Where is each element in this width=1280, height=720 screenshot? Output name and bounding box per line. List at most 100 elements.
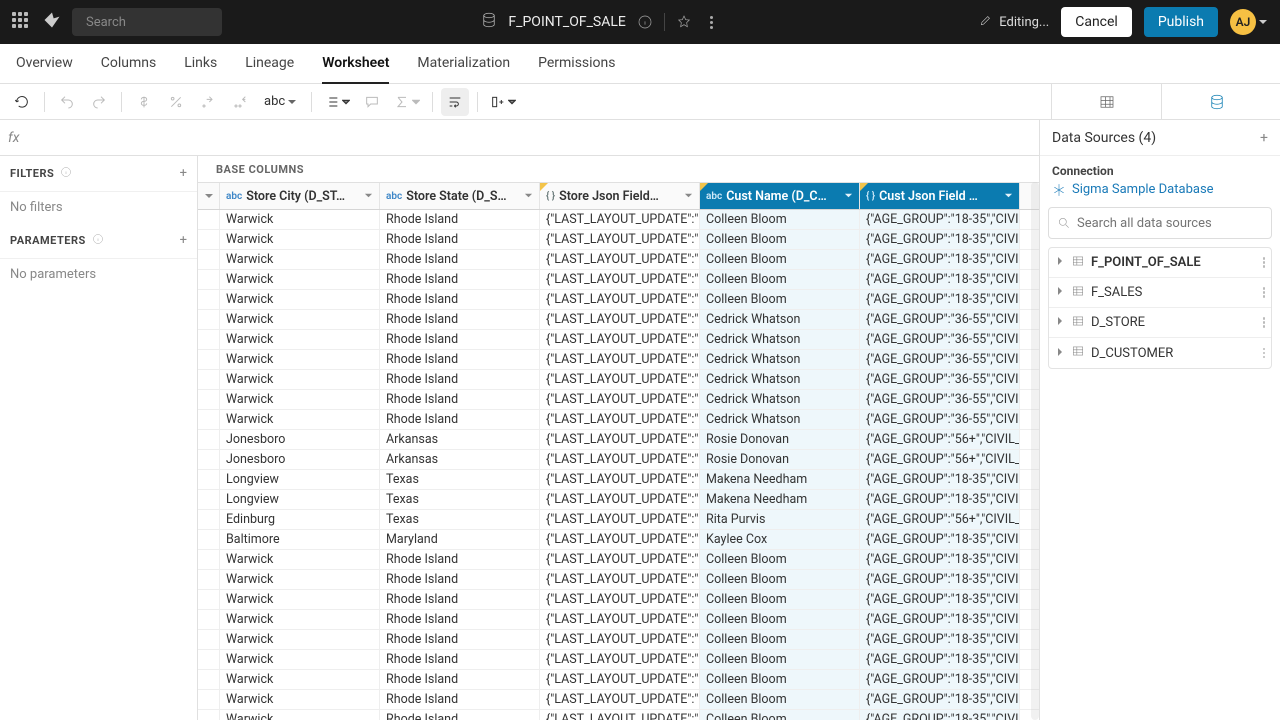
- cell[interactable]: Rhode Island: [380, 650, 540, 669]
- connection-name[interactable]: Sigma Sample Database: [1040, 180, 1280, 207]
- cell[interactable]: {"AGE_GROUP":"18-35","CIVIL_: [860, 670, 1020, 689]
- cell[interactable]: Makena Needham: [700, 490, 860, 509]
- cell[interactable]: Cedrick Whatson: [700, 310, 860, 329]
- cell[interactable]: {"AGE_GROUP":"18-35","CIVIL_: [860, 470, 1020, 489]
- sigma-function-icon[interactable]: [390, 88, 424, 116]
- scrollbar[interactable]: [1031, 182, 1039, 720]
- table-row[interactable]: LongviewTexas{"LAST_LAYOUT_UPDATE":"20Ma…: [198, 470, 1039, 490]
- cell[interactable]: {"LAST_LAYOUT_UPDATE":"20: [540, 570, 700, 589]
- data-source-search-input[interactable]: [1077, 216, 1263, 231]
- cell[interactable]: Texas: [380, 470, 540, 489]
- cancel-button[interactable]: Cancel: [1061, 7, 1132, 37]
- cell[interactable]: Cedrick Whatson: [700, 410, 860, 429]
- chevron-right-icon[interactable]: [1055, 255, 1065, 270]
- add-data-source-icon[interactable]: +: [1260, 130, 1268, 146]
- decimal-increase-icon[interactable]: [226, 88, 254, 116]
- data-source-search[interactable]: [1048, 207, 1272, 239]
- table-row[interactable]: WarwickRhode Island{"LAST_LAYOUT_UPDATE"…: [198, 310, 1039, 330]
- column-header[interactable]: abcCust Name (D_C…: [700, 183, 860, 209]
- table-row[interactable]: JonesboroArkansas{"LAST_LAYOUT_UPDATE":"…: [198, 450, 1039, 470]
- data-source-item[interactable]: F_POINT_OF_SALE: [1049, 248, 1271, 278]
- cell[interactable]: Rhode Island: [380, 250, 540, 269]
- cell[interactable]: Texas: [380, 510, 540, 529]
- more-menu-icon[interactable]: [703, 13, 721, 31]
- cell[interactable]: Warwick: [220, 590, 380, 609]
- cell[interactable]: {"AGE_GROUP":"36-55","CIVIL_: [860, 350, 1020, 369]
- chevron-down-icon[interactable]: [844, 189, 853, 204]
- table-row[interactable]: WarwickRhode Island{"LAST_LAYOUT_UPDATE"…: [198, 230, 1039, 250]
- table-row[interactable]: WarwickRhode Island{"LAST_LAYOUT_UPDATE"…: [198, 330, 1039, 350]
- cell[interactable]: {"LAST_LAYOUT_UPDATE":"20: [540, 690, 700, 709]
- list-format-icon[interactable]: [320, 88, 354, 116]
- table-row[interactable]: LongviewTexas{"LAST_LAYOUT_UPDATE":"20Ma…: [198, 490, 1039, 510]
- cell[interactable]: {"AGE_GROUP":"56+","CIVIL_S: [860, 430, 1020, 449]
- cell[interactable]: {"LAST_LAYOUT_UPDATE":"20: [540, 470, 700, 489]
- cell[interactable]: Colleen Bloom: [700, 250, 860, 269]
- cell[interactable]: Rhode Island: [380, 610, 540, 629]
- cell[interactable]: {"AGE_GROUP":"18-35","CIVIL_: [860, 210, 1020, 229]
- cell[interactable]: {"AGE_GROUP":"18-35","CIVIL_: [860, 570, 1020, 589]
- cell[interactable]: {"AGE_GROUP":"18-35","CIVIL_: [860, 290, 1020, 309]
- cell[interactable]: {"LAST_LAYOUT_UPDATE":"20: [540, 630, 700, 649]
- cell[interactable]: {"LAST_LAYOUT_UPDATE":"20: [540, 610, 700, 629]
- cell[interactable]: {"AGE_GROUP":"36-55","CIVIL_: [860, 370, 1020, 389]
- cell[interactable]: Colleen Bloom: [700, 570, 860, 589]
- cell[interactable]: Cedrick Whatson: [700, 390, 860, 409]
- tab-materialization[interactable]: Materialization: [417, 44, 510, 84]
- cell[interactable]: {"AGE_GROUP":"18-35","CIVIL_: [860, 550, 1020, 569]
- cell[interactable]: Rhode Island: [380, 330, 540, 349]
- column-header[interactable]: { }Cust Json Field …: [860, 183, 1020, 209]
- cell[interactable]: Rhode Island: [380, 390, 540, 409]
- cell[interactable]: Warwick: [220, 230, 380, 249]
- wrap-text-icon[interactable]: [441, 88, 469, 116]
- cell[interactable]: Rhode Island: [380, 350, 540, 369]
- favorite-star-icon[interactable]: [675, 13, 693, 31]
- cell[interactable]: {"LAST_LAYOUT_UPDATE":"20: [540, 710, 700, 720]
- cell[interactable]: Colleen Bloom: [700, 590, 860, 609]
- cell[interactable]: Warwick: [220, 630, 380, 649]
- cell[interactable]: Longview: [220, 470, 380, 489]
- cell[interactable]: Rita Purvis: [700, 510, 860, 529]
- cell[interactable]: Warwick: [220, 390, 380, 409]
- cell[interactable]: Maryland: [380, 530, 540, 549]
- cell[interactable]: {"LAST_LAYOUT_UPDATE":"20: [540, 550, 700, 569]
- cell[interactable]: {"AGE_GROUP":"18-35","CIVIL_: [860, 630, 1020, 649]
- cell[interactable]: Rhode Island: [380, 690, 540, 709]
- table-row[interactable]: WarwickRhode Island{"LAST_LAYOUT_UPDATE"…: [198, 650, 1039, 670]
- undo-icon[interactable]: [53, 88, 81, 116]
- cell[interactable]: {"LAST_LAYOUT_UPDATE":"20: [540, 250, 700, 269]
- cell[interactable]: {"LAST_LAYOUT_UPDATE":"20: [540, 530, 700, 549]
- cell[interactable]: {"AGE_GROUP":"18-35","CIVIL_: [860, 230, 1020, 249]
- cell[interactable]: {"LAST_LAYOUT_UPDATE":"20: [540, 510, 700, 529]
- cell[interactable]: Warwick: [220, 670, 380, 689]
- table-row[interactable]: WarwickRhode Island{"LAST_LAYOUT_UPDATE"…: [198, 350, 1039, 370]
- cell[interactable]: Texas: [380, 490, 540, 509]
- cell[interactable]: {"AGE_GROUP":"56+","CIVIL_S: [860, 510, 1020, 529]
- table-row[interactable]: WarwickRhode Island{"LAST_LAYOUT_UPDATE"…: [198, 270, 1039, 290]
- cell[interactable]: {"LAST_LAYOUT_UPDATE":"20: [540, 670, 700, 689]
- apps-grid-icon[interactable]: [12, 12, 32, 32]
- cell[interactable]: {"AGE_GROUP":"18-35","CIVIL_: [860, 590, 1020, 609]
- cell[interactable]: {"AGE_GROUP":"18-35","CIVIL_: [860, 270, 1020, 289]
- cell[interactable]: Warwick: [220, 310, 380, 329]
- cell[interactable]: Warwick: [220, 330, 380, 349]
- data-source-item[interactable]: D_STORE: [1049, 308, 1271, 338]
- info-icon[interactable]: [636, 13, 654, 31]
- column-header[interactable]: abcStore City (D_ST…: [220, 183, 380, 209]
- cell[interactable]: {"AGE_GROUP":"18-35","CIVIL_: [860, 650, 1020, 669]
- info-icon[interactable]: [92, 233, 104, 249]
- cell[interactable]: Rhode Island: [380, 210, 540, 229]
- cell[interactable]: Colleen Bloom: [700, 550, 860, 569]
- tab-overview[interactable]: Overview: [16, 44, 73, 84]
- redo-icon[interactable]: [85, 88, 113, 116]
- cell[interactable]: {"LAST_LAYOUT_UPDATE":"20: [540, 350, 700, 369]
- data-sources-toggle[interactable]: [1162, 84, 1272, 120]
- cell[interactable]: Jonesboro: [220, 430, 380, 449]
- cell[interactable]: Rosie Donovan: [700, 450, 860, 469]
- cell[interactable]: Rhode Island: [380, 410, 540, 429]
- cell[interactable]: Colleen Bloom: [700, 230, 860, 249]
- cell[interactable]: Warwick: [220, 570, 380, 589]
- data-source-item[interactable]: F_SALES: [1049, 278, 1271, 308]
- cell[interactable]: Warwick: [220, 290, 380, 309]
- cell[interactable]: Colleen Bloom: [700, 650, 860, 669]
